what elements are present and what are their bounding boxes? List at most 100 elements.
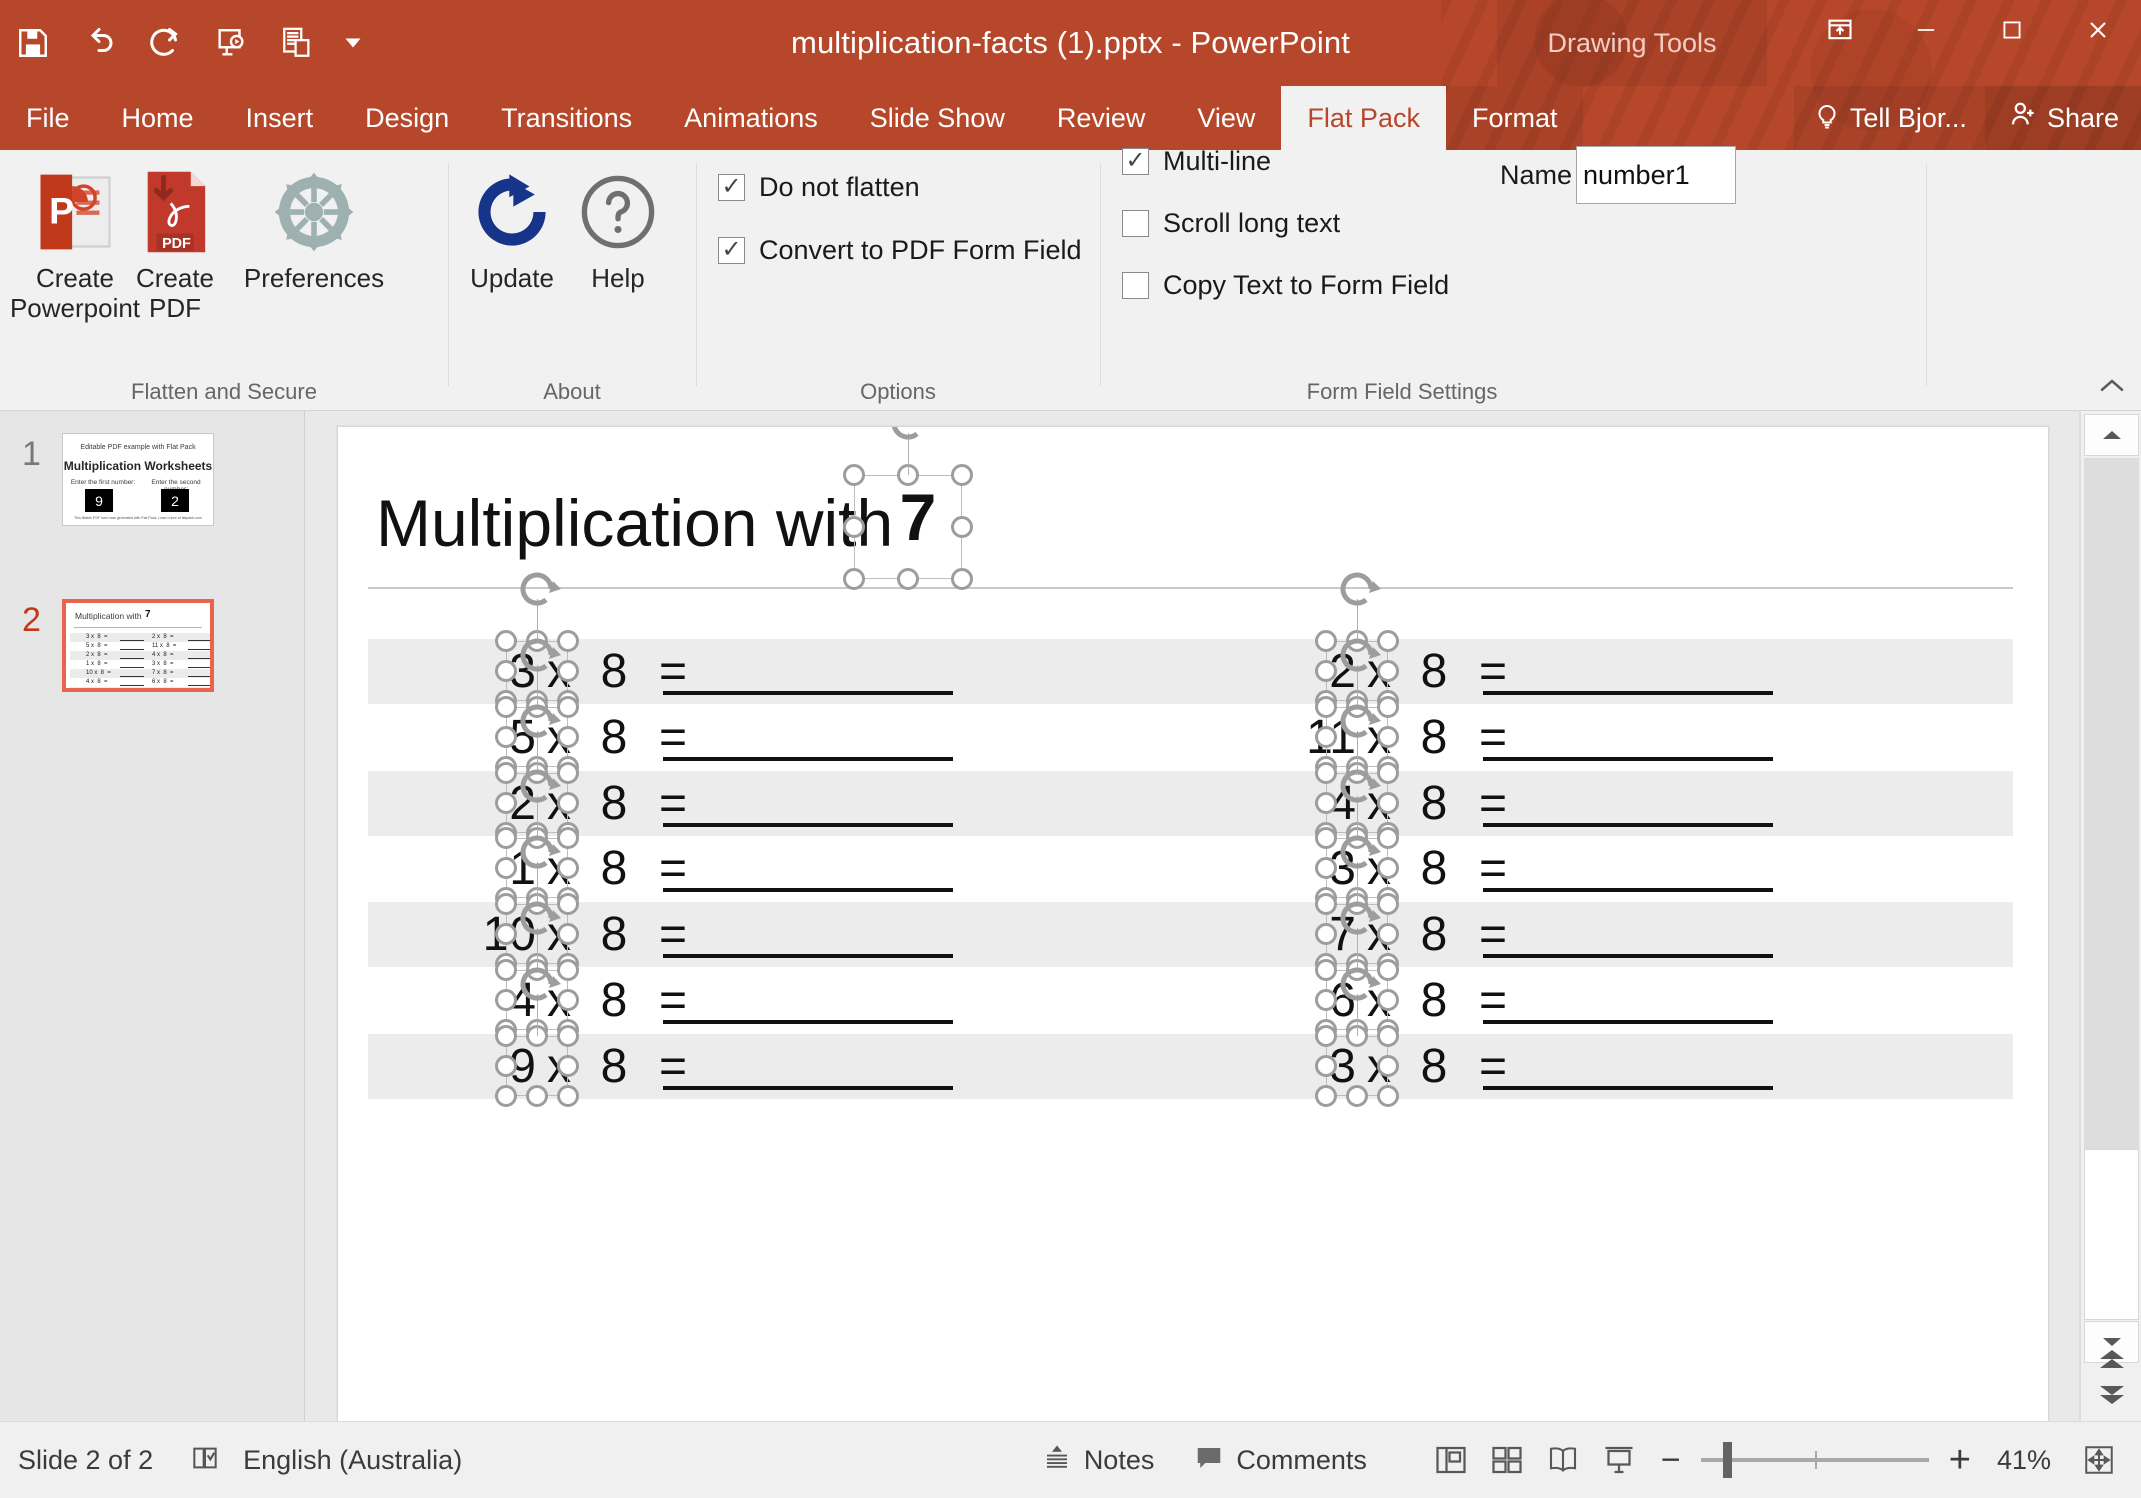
save-icon[interactable] <box>0 10 66 76</box>
checkbox-convert-to-pdf-form-field[interactable]: Convert to PDF Form Field <box>718 235 1082 266</box>
slide-thumbnail-1-frame[interactable]: Editable PDF example with Flat Pack Mult… <box>62 433 214 526</box>
comments-button[interactable]: Comments <box>1194 1443 1367 1478</box>
undo-icon[interactable] <box>66 10 132 76</box>
operand-b-form-field[interactable]: 8 <box>582 907 646 962</box>
zoom-slider[interactable] <box>1700 1442 1929 1478</box>
tab-view[interactable]: View <box>1171 86 1281 150</box>
answer-line[interactable] <box>663 756 953 761</box>
restore-icon[interactable] <box>1969 0 2055 60</box>
tab-file[interactable]: File <box>0 86 96 150</box>
vertical-scrollbar[interactable] <box>2080 411 2141 1421</box>
do-not-flatten-checkbox-box[interactable] <box>718 174 745 201</box>
convert-to-pdf-form-field-checkbox-box[interactable] <box>718 237 745 264</box>
tab-slide-show[interactable]: Slide Show <box>844 86 1031 150</box>
tab-format[interactable]: Format <box>1445 86 1584 150</box>
operand-b-form-field[interactable]: 8 <box>582 1039 646 1094</box>
slide-title-number[interactable]: 7 <box>878 479 958 555</box>
operand-b-form-field[interactable]: 8 <box>582 710 646 765</box>
rotation-handle-icon[interactable] <box>1331 563 1383 615</box>
zoom-slider-thumb[interactable] <box>1722 1442 1732 1478</box>
customize-quick-access-toolbar-icon[interactable] <box>330 10 376 76</box>
operand-b-form-field[interactable]: 8 <box>1402 973 1466 1028</box>
start-from-beginning-icon[interactable] <box>198 10 264 76</box>
share-button[interactable]: Share <box>1984 86 2141 150</box>
zoom-out-button[interactable]: − <box>1661 1441 1681 1480</box>
ribbon-display-options-icon[interactable] <box>1797 0 1883 60</box>
fit-to-window-icon[interactable] <box>2071 1432 2127 1488</box>
tab-animations[interactable]: Animations <box>658 86 844 150</box>
multi-line-checkbox-box[interactable] <box>1122 148 1149 175</box>
operand-b-form-field[interactable]: 8 <box>582 776 646 831</box>
answer-line[interactable] <box>1483 954 1773 959</box>
previous-slide-button[interactable] <box>2084 1341 2139 1377</box>
operand-b-form-field[interactable]: 8 <box>1402 644 1466 699</box>
operand-b-form-field[interactable]: 8 <box>582 973 646 1028</box>
checkbox-do-not-flatten[interactable]: Do not flatten <box>718 172 920 203</box>
normal-view-icon[interactable] <box>1423 1432 1479 1488</box>
answer-line[interactable] <box>663 822 953 827</box>
checkbox-copy-text-to-form-field[interactable]: Copy Text to Form Field <box>1122 270 1449 301</box>
close-icon[interactable] <box>2055 0 2141 60</box>
notes-button[interactable]: Notes <box>1042 1443 1154 1478</box>
answer-line[interactable] <box>663 954 953 959</box>
help-button[interactable]: Help <box>560 166 676 294</box>
slide-title-text[interactable]: Multiplication with <box>376 485 893 561</box>
selection-handle[interactable] <box>843 464 865 486</box>
print-preview-icon[interactable] <box>264 10 330 76</box>
minimize-icon[interactable] <box>1883 0 1969 60</box>
scroll-long-text-checkbox-box[interactable] <box>1122 210 1149 237</box>
checkbox-scroll-long-text[interactable]: Scroll long text <box>1122 208 1340 239</box>
answer-line[interactable] <box>1483 888 1773 893</box>
tab-flat-pack[interactable]: Flat Pack <box>1281 86 1446 150</box>
tab-design[interactable]: Design <box>339 86 475 150</box>
form-field-name-row: Name <box>1500 146 1737 204</box>
operand-b-form-field[interactable]: 8 <box>1402 710 1466 765</box>
zoom-level[interactable]: 41% <box>1997 1445 2051 1476</box>
answer-line[interactable] <box>663 888 953 893</box>
operand-b-form-field[interactable]: 8 <box>1402 776 1466 831</box>
operand-b-form-field[interactable]: 8 <box>1402 1039 1466 1094</box>
slide-editor[interactable]: Multiplication with 7 3 x 8 = 2 x 8 = 5 x 8 = 11 x 8 = 2… <box>305 411 2080 1426</box>
tell-me-button[interactable]: Tell Bjor... <box>1793 86 1985 150</box>
slide-counter[interactable]: Slide 2 of 2 <box>18 1445 153 1476</box>
operand-b-form-field[interactable]: 8 <box>1402 907 1466 962</box>
operand-b-form-field[interactable]: 8 <box>582 841 646 896</box>
next-slide-button[interactable] <box>2084 1377 2139 1413</box>
checkbox-multi-line[interactable]: Multi-line <box>1122 146 1271 177</box>
answer-line[interactable] <box>663 1020 953 1024</box>
tab-home[interactable]: Home <box>96 86 220 150</box>
scroll-up-button[interactable] <box>2084 414 2139 456</box>
answer-line[interactable] <box>1483 1020 1773 1024</box>
tab-review[interactable]: Review <box>1031 86 1172 150</box>
scrollbar-track-upper[interactable] <box>2084 458 2139 1149</box>
slide-thumbnail-pane[interactable]: 1 Editable PDF example with Flat Pack Mu… <box>0 411 305 1421</box>
spellcheck-status[interactable] <box>189 1442 221 1479</box>
answer-line[interactable] <box>663 1085 953 1090</box>
rotation-handle-icon[interactable] <box>511 563 563 615</box>
scrollbar-thumb[interactable] <box>2084 1149 2139 1320</box>
rotation-handle-icon[interactable] <box>882 427 934 449</box>
answer-line[interactable] <box>1483 691 1773 695</box>
slide-sorter-view-icon[interactable] <box>1479 1432 1535 1488</box>
preferences-button[interactable]: Preferences <box>208 166 420 294</box>
redo-icon[interactable] <box>132 10 198 76</box>
slide-thumbnail-2-frame[interactable]: Multiplication with 7 3 x 8 = 2 x 8 = 5 x … <box>62 599 214 692</box>
form-field-name-input[interactable] <box>1576 146 1737 204</box>
tab-insert[interactable]: Insert <box>220 86 340 150</box>
operand-b-form-field[interactable]: 8 <box>582 644 646 699</box>
answer-line[interactable] <box>1483 756 1773 761</box>
operand-b-form-field[interactable]: 8 <box>1402 841 1466 896</box>
slide-canvas[interactable]: Multiplication with 7 3 x 8 = 2 x 8 = 5 x 8 = 11 x 8 = 2… <box>338 427 2048 1425</box>
answer-line[interactable] <box>1483 1085 1773 1090</box>
answer-line[interactable] <box>663 691 953 695</box>
copy-text-to-form-field-checkbox-box[interactable] <box>1122 272 1149 299</box>
slide-show-view-icon[interactable] <box>1591 1432 1647 1488</box>
answer-line[interactable] <box>1483 822 1773 827</box>
reading-view-icon[interactable] <box>1535 1432 1591 1488</box>
zoom-in-button[interactable]: + <box>1949 1439 1971 1482</box>
collapse-ribbon-button[interactable] <box>2097 374 2127 402</box>
tab-transitions[interactable]: Transitions <box>475 86 658 150</box>
slide-surface[interactable]: Multiplication with 7 3 x 8 = 2 x 8 = 5 x 8 = 11 x 8 = 2… <box>337 426 2049 1426</box>
update-button[interactable]: Update <box>450 166 574 294</box>
language-status[interactable]: English (Australia) <box>243 1445 462 1476</box>
